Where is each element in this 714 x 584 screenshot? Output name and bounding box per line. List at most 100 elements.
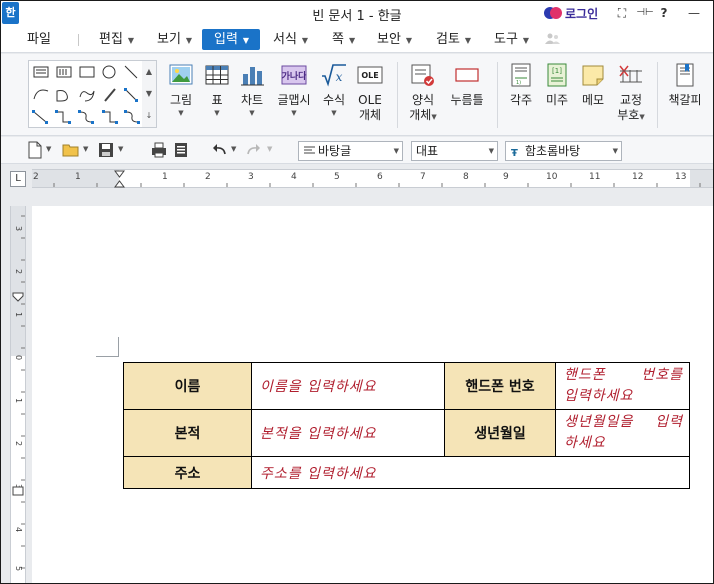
table-row: 본적 본적을 입력하세요 생년월일 생년월일을 입력 하세요: [123, 409, 690, 457]
cell-marker-icon[interactable]: [12, 486, 24, 496]
proofreading-label: 교정: [619, 93, 643, 107]
fullscreen-icon[interactable]: ⛶: [613, 4, 631, 22]
chevron-down-icon: ▼: [291, 109, 297, 117]
undo-icon[interactable]: [211, 141, 227, 159]
ole-icon: OLE: [357, 66, 383, 84]
menu-view[interactable]: 보기 ▼: [153, 29, 196, 50]
insert-ole-button[interactable]: OLE OLE 개체: [355, 62, 385, 123]
chevron-up-icon[interactable]: ▲: [142, 61, 156, 83]
font-select[interactable]: Ŧ 함초롬바탕 ▼: [505, 141, 622, 161]
menu-file[interactable]: 파일: [23, 29, 55, 50]
tab-type-selector[interactable]: L: [10, 171, 26, 187]
menu-edit[interactable]: 편집 ▼: [95, 29, 138, 50]
footnote-button[interactable]: 1) 각주: [506, 62, 536, 108]
new-document-icon[interactable]: [28, 141, 42, 159]
insert-chart-button[interactable]: 차트 ▼: [237, 62, 267, 118]
ribbon-divider: [657, 62, 658, 128]
users-icon[interactable]: [545, 33, 561, 45]
style-select-value: 바탕글: [318, 144, 352, 158]
vertical-ruler[interactable]: 3 2 1 0 1 2 3 4 5: [10, 206, 26, 583]
form-object-button[interactable]: 양식 개체▼: [406, 62, 440, 123]
paragraph-style-icon: [304, 146, 315, 154]
proofreading-label-2: 부호: [617, 108, 640, 122]
shape-gallery: [28, 60, 156, 128]
bookmark-label: 책갈피: [668, 93, 702, 107]
chart-icon: [241, 67, 264, 86]
menu-tools[interactable]: 도구 ▼: [490, 29, 533, 50]
chevron-down-icon[interactable]: ▼: [83, 145, 88, 153]
insert-wordart-button[interactable]: 가나다 글맵시 ▼: [274, 62, 314, 118]
formatting-toolbar: ▼ ▼ ▼ ▼ ▼ 바탕글 ▼ 대표 ▼ Ŧ 함초롬바탕 ▼: [1, 137, 713, 164]
document-page[interactable]: 이름 이름을 입력하세요 핸드폰 번호 핸드폰 번호를 입력하세요 본적 본적을…: [32, 206, 713, 583]
picture-icon: [169, 64, 193, 85]
style-select[interactable]: 바탕글 ▼: [298, 141, 403, 161]
bookmark-icon: [676, 63, 694, 87]
login-button[interactable]: 로그인: [544, 5, 598, 21]
chevron-down-icon: ▼: [249, 109, 255, 117]
chevron-down-icon[interactable]: ▼: [46, 145, 51, 153]
svg-text:OLE: OLE: [361, 71, 378, 80]
insert-formula-button[interactable]: x 수식 ▼: [318, 62, 350, 118]
phone-placeholder-line1: 핸드폰 번호를: [564, 367, 683, 383]
print-icon[interactable]: [151, 141, 167, 159]
insert-picture-button[interactable]: 그림 ▼: [165, 62, 197, 118]
help-icon[interactable]: ?: [657, 4, 671, 22]
window-title: 빈 문서 1 - 한글: [312, 9, 402, 24]
field-button[interactable]: 누름틀: [447, 62, 487, 108]
ruler-number: 1: [14, 398, 23, 404]
menu-insert[interactable]: 입력 ▼: [202, 29, 260, 50]
formula-icon: x: [322, 64, 346, 87]
chevron-down-icon[interactable]: ▼: [142, 83, 156, 105]
menu-page[interactable]: 쪽 ▼: [328, 29, 359, 50]
address-input-cell[interactable]: 주소를 입력하세요: [251, 456, 690, 489]
birthdate-placeholder-line1: 생년월일을 입력: [564, 414, 683, 430]
chevron-down-icon[interactable]: ▼: [118, 145, 123, 153]
redo-icon[interactable]: [246, 141, 262, 159]
chevron-down-icon: ▼: [639, 113, 645, 121]
column-width-icon[interactable]: ⊣⊢: [635, 4, 655, 22]
birthplace-label-cell: 본적: [123, 409, 252, 457]
chevron-down-icon: ▼: [242, 36, 250, 45]
chevron-down-icon[interactable]: ▼: [231, 145, 236, 153]
ribbon: ▲ ▼ ↓ 그림 ▼ 표 ▼ 차트 ▼ 가나다 글맵시 ▼ x 수식 ▼ OLE…: [1, 54, 713, 136]
birthdate-placeholder-line2: 하세요: [564, 435, 606, 451]
ruler-number: 2: [14, 441, 23, 447]
menu-format-label: 서식: [273, 32, 297, 47]
endnote-button[interactable]: [1] 미주: [542, 62, 572, 108]
name-input-cell[interactable]: 이름을 입력하세요: [251, 362, 445, 410]
shape-gallery-icons: [32, 65, 140, 124]
chevron-down-icon: ▼: [301, 36, 309, 45]
save-icon[interactable]: [98, 141, 114, 159]
chevron-down-icon: ▼: [612, 147, 618, 155]
shape-gallery-scroll[interactable]: ▲ ▼ ↓: [142, 60, 157, 128]
insert-table-button[interactable]: 표 ▼: [203, 62, 231, 118]
minimize-icon[interactable]: —: [685, 4, 703, 22]
memo-button[interactable]: 메모: [578, 62, 608, 108]
phone-input-cell[interactable]: 핸드폰 번호를 입력하세요: [555, 362, 690, 410]
bookmark-button[interactable]: 책갈피: [665, 62, 705, 108]
top-margin-marker-icon[interactable]: [12, 292, 24, 302]
insert-table-label: 표: [211, 93, 223, 107]
svg-text:1): 1): [516, 80, 521, 86]
print-preview-icon[interactable]: [173, 141, 189, 159]
proofreading-button[interactable]: 교정 부호▼: [614, 62, 648, 123]
horizontal-ruler[interactable]: 2 1 1 2 3 4 5 6 7 8 9 10 11 12 13: [32, 169, 713, 188]
menu-review[interactable]: 검토 ▼: [432, 29, 475, 50]
gallery-expand-icon[interactable]: ↓: [142, 105, 156, 127]
login-label: 로그인: [565, 6, 599, 21]
indent-marker-icon[interactable]: [114, 170, 125, 188]
chevron-down-icon: ▼: [488, 147, 494, 155]
wordart-icon: 가나다: [281, 65, 307, 85]
birthplace-input-cell[interactable]: 본적을 입력하세요: [251, 409, 445, 457]
menu-review-label: 검토: [436, 32, 460, 47]
hwp-window: 한 빈 문서 1 - 한글 로그인 ⛶ ⊣⊢ ? — 파일 편집 ▼ 보기 ▼ 입력…: [0, 0, 714, 584]
menu-security[interactable]: 보안 ▼: [373, 29, 416, 50]
birthdate-label-cell: 생년월일: [444, 409, 556, 457]
page-corner-mark: [118, 337, 119, 357]
birthdate-input-cell[interactable]: 생년월일을 입력 하세요: [555, 409, 690, 457]
open-folder-icon[interactable]: [62, 141, 80, 159]
insert-ole-label-2: 개체: [358, 108, 382, 122]
language-select[interactable]: 대표 ▼: [411, 141, 498, 161]
menu-format[interactable]: 서식 ▼: [269, 29, 312, 50]
chevron-down-icon: ▼: [185, 36, 193, 45]
